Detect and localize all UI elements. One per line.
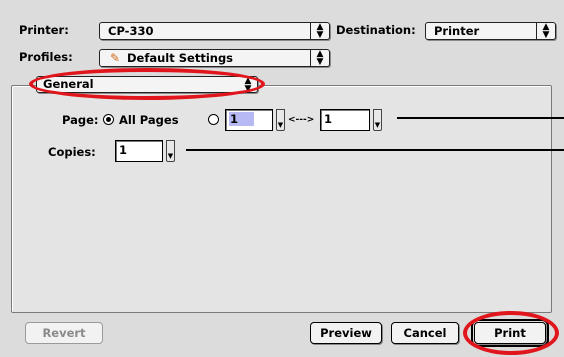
up-down-arrows-icon: ▲ ▼ — [310, 50, 329, 67]
up-down-arrows-icon: ▲ ▼ — [536, 23, 555, 40]
all-pages-label[interactable]: All Pages — [119, 113, 179, 127]
from-page-value: 1 — [229, 112, 255, 126]
profiles-label: Profiles: — [19, 50, 73, 64]
revert-button[interactable]: Revert — [25, 322, 103, 344]
page-range-radio[interactable] — [208, 114, 219, 125]
stepper-arrow-icon[interactable]: ▼ — [373, 109, 382, 131]
from-page-field[interactable]: 1 — [225, 109, 273, 131]
destination-value: Printer — [434, 24, 480, 38]
copies-label: Copies: — [48, 145, 96, 159]
up-down-arrows-icon: ▲ ▼ — [310, 23, 329, 40]
profiles-value: Default Settings — [127, 51, 234, 65]
stepper-arrow-icon[interactable]: ▼ — [276, 109, 285, 131]
callout-line — [397, 117, 564, 119]
copies-field[interactable]: 1 — [115, 140, 163, 162]
callout-line — [186, 149, 564, 151]
printer-popup[interactable]: CP-330 ▲ ▼ — [99, 22, 330, 40]
printer-value: CP-330 — [108, 24, 154, 38]
pencil-icon: ✎ — [110, 51, 121, 65]
annotation-ellipse-print — [463, 311, 559, 355]
copies-value: 1 — [119, 143, 128, 157]
to-page-value: 1 — [324, 112, 333, 126]
print-dialog: Printer: CP-330 ▲ ▼ Destination: Printer … — [0, 0, 564, 357]
annotation-ellipse-section — [29, 68, 265, 100]
profiles-popup[interactable]: ✎ Default Settings ▲ ▼ — [99, 49, 330, 67]
cancel-button[interactable]: Cancel — [391, 322, 459, 344]
to-page-field[interactable]: 1 — [320, 109, 370, 131]
page-label: Page: — [62, 113, 99, 127]
destination-popup[interactable]: Printer ▲ ▼ — [425, 22, 556, 40]
printer-label: Printer: — [19, 23, 69, 37]
range-separator: <---> — [288, 115, 315, 125]
preview-button[interactable]: Preview — [310, 322, 382, 344]
all-pages-radio[interactable] — [103, 114, 114, 125]
stepper-arrow-icon[interactable]: ▼ — [166, 140, 175, 162]
destination-label: Destination: — [336, 23, 416, 37]
